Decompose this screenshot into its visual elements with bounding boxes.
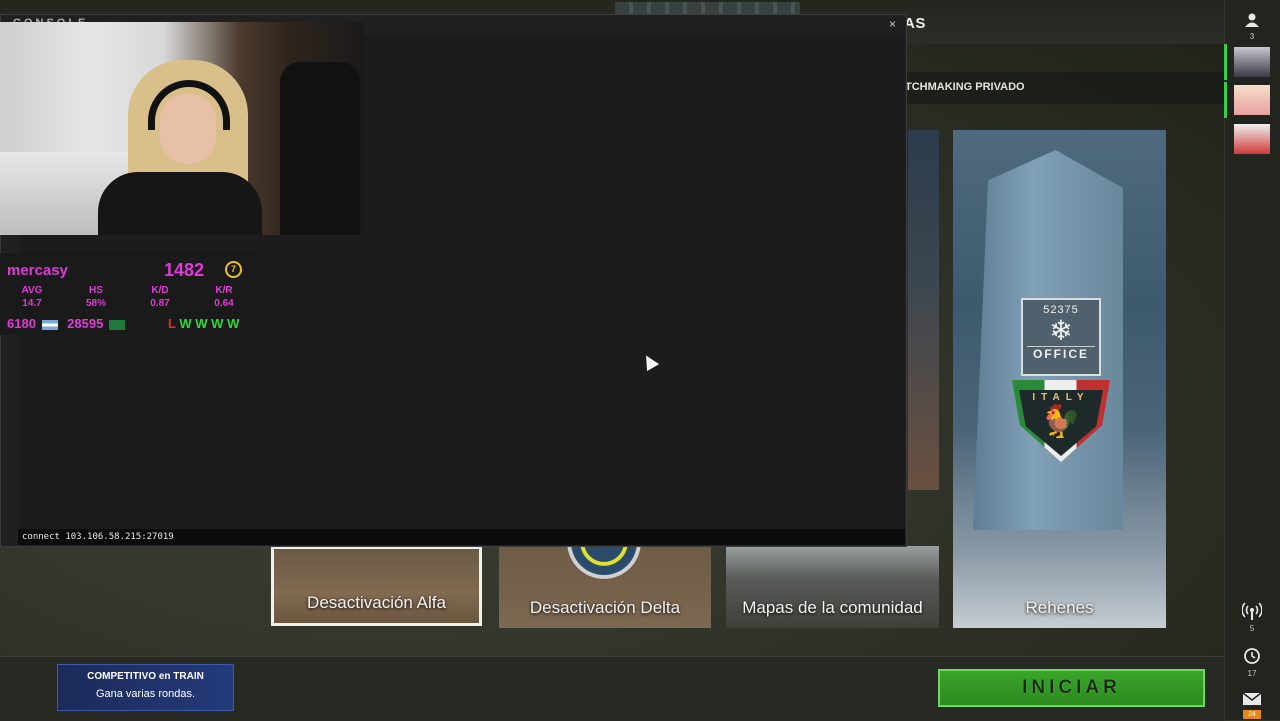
result-win: W <box>227 316 240 331</box>
mode-card-defuse-alpha-label: Desactivación Alfa <box>307 593 446 612</box>
delta-emblem-icon <box>554 546 654 584</box>
result-win: W <box>211 316 224 331</box>
office-map-sticker: 52375 ❄ OFFICE <box>1021 298 1101 376</box>
country-rank: 6180 <box>7 316 36 331</box>
person-icon <box>1224 12 1280 32</box>
stat-header: K/D <box>151 285 169 296</box>
mode-card-community-maps-label: Mapas de la comunidad <box>742 598 923 617</box>
stat-header: AVG <box>21 285 43 296</box>
mode-card-hostage-label: Rehenes <box>1025 598 1094 617</box>
friends-button[interactable]: 3 <box>1224 12 1280 41</box>
stat-value: 0.87 <box>150 298 170 309</box>
broadcast-icon <box>1224 602 1280 624</box>
tab-private-matchmaking[interactable]: TCHMAKING PRIVADO <box>905 81 1025 93</box>
result-loss: L <box>168 316 176 331</box>
streamer-webcam <box>0 22 364 235</box>
mail-button[interactable]: 24 <box>1224 691 1280 719</box>
rank-line: 6180 28595 <box>7 316 125 331</box>
stat-value: 14.7 <box>22 298 42 309</box>
start-button-label: INICIAR <box>1022 677 1121 698</box>
region-flag-icon <box>108 319 125 330</box>
player-stats-overlay: mercasy 1482 7 AVG 14.7 HS 58% K/D 0.87 … <box>0 253 256 335</box>
map-card-partial[interactable] <box>908 130 939 490</box>
history-clock-icon <box>1224 647 1280 669</box>
mode-card-defuse-delta[interactable]: Desactivación Delta <box>499 546 711 628</box>
player-name: mercasy <box>7 262 68 279</box>
console-command-input[interactable] <box>18 529 905 545</box>
history-button[interactable]: 17 <box>1224 647 1280 678</box>
stat-avg: AVG 14.7 <box>7 285 57 309</box>
promo-subtitle: Gana varias rondas. <box>95 688 196 700</box>
mode-card-community-maps[interactable]: Mapas de la comunidad <box>726 546 939 628</box>
start-button[interactable]: INICIAR <box>938 669 1205 707</box>
elo-value: 1482 <box>164 260 205 280</box>
skill-level-icon: 7 <box>225 261 242 278</box>
argentina-flag-icon <box>41 319 58 330</box>
friend-avatar[interactable] <box>1234 85 1270 115</box>
result-win: W <box>179 316 192 331</box>
stat-header: K/R <box>215 285 233 296</box>
mode-header-fragment[interactable]: AS <box>904 15 926 32</box>
streams-button[interactable]: 5 <box>1224 602 1280 633</box>
office-sticker-text: OFFICE <box>1027 346 1095 361</box>
stat-kr: K/R 0.64 <box>199 285 249 309</box>
webcam-person-body <box>98 172 262 235</box>
stat-hs: HS 58% <box>71 285 121 309</box>
mail-icon <box>1224 691 1280 709</box>
mode-card-defuse-delta-label: Desactivación Delta <box>529 598 681 617</box>
mode-card-defuse-alpha[interactable]: Desactivación Alfa <box>271 546 482 626</box>
history-count: 17 <box>1247 669 1257 678</box>
recent-results: L W W W W <box>168 316 239 331</box>
region-rank: 28595 <box>67 316 104 331</box>
stat-value: 0.64 <box>214 298 234 309</box>
friend-online-indicator <box>1224 82 1227 118</box>
friends-count: 3 <box>1249 32 1255 41</box>
promo-title: COMPETITIVO en TRAIN <box>87 671 204 682</box>
top-strip-decoration <box>615 2 800 14</box>
friend-avatar[interactable] <box>1234 47 1270 77</box>
webcam-background-chair <box>280 62 360 235</box>
friend-online-indicator <box>1224 44 1227 80</box>
result-win: W <box>195 316 208 331</box>
stat-kd: K/D 0.87 <box>135 285 185 309</box>
snowflake-icon: ❄ <box>1049 315 1073 346</box>
streams-count: 5 <box>1249 624 1255 633</box>
friend-avatar[interactable] <box>1234 124 1270 154</box>
mode-card-hostage[interactable]: Rehenes <box>953 130 1166 628</box>
mission-promo-card[interactable]: COMPETITIVO en TRAIN Gana varias rondas. <box>57 664 234 711</box>
stat-value: 58% <box>85 298 106 309</box>
mail-count-badge: 24 <box>1243 710 1261 719</box>
console-close-button[interactable]: × <box>889 17 896 31</box>
stat-header: HS <box>89 285 103 296</box>
